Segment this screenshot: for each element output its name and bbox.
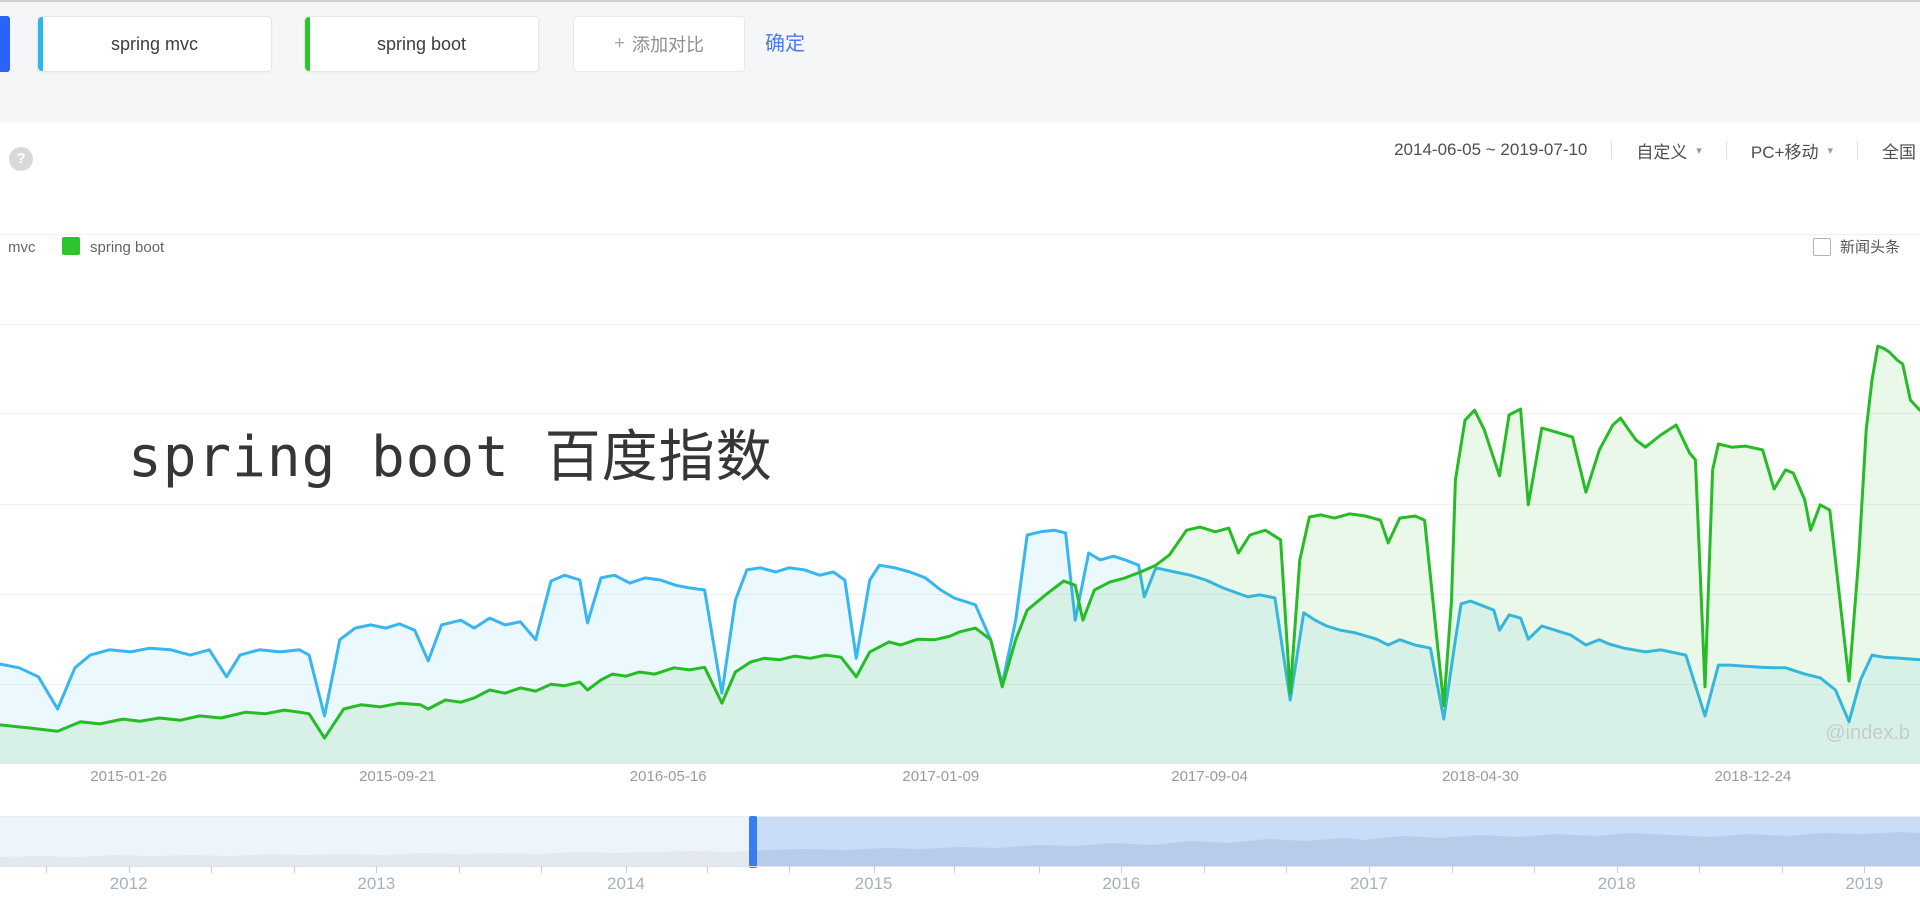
brush-tick xyxy=(1864,866,1865,873)
divider xyxy=(1726,141,1727,159)
x-tick-label: 2017-01-09 xyxy=(902,768,979,785)
brush-tick xyxy=(211,866,212,873)
confirm-button[interactable]: 确定 xyxy=(765,16,805,72)
region-dropdown[interactable]: 全国 xyxy=(1882,138,1916,163)
brush-tick xyxy=(376,866,377,873)
x-tick-label: 2016-05-16 xyxy=(630,768,707,785)
custom-range-dropdown[interactable]: 自定义 ▾ xyxy=(1636,138,1702,163)
keyword-label: spring boot xyxy=(377,34,466,55)
chevron-down-icon: ▾ xyxy=(1696,144,1702,157)
brush-year-label: 2016 xyxy=(1102,874,1140,894)
brush-tick xyxy=(294,866,295,873)
brush-tick xyxy=(1204,866,1205,873)
brush-year-label: 2018 xyxy=(1598,874,1636,894)
trend-lines-svg xyxy=(0,234,1920,763)
add-compare-button[interactable]: + 添加对比 xyxy=(573,16,745,72)
keyword-box-spring-boot[interactable]: spring boot xyxy=(304,16,539,72)
brush-tick xyxy=(1534,866,1535,873)
keyword-box-spring-mvc[interactable]: spring mvc xyxy=(37,16,272,72)
brush-tick xyxy=(626,866,627,873)
brush-handle[interactable] xyxy=(749,816,757,868)
range-brush[interactable] xyxy=(0,816,1920,867)
brush-year-label: 2013 xyxy=(357,874,395,894)
brush-year-label: 2014 xyxy=(607,874,645,894)
brush-tick xyxy=(1286,866,1287,873)
keyword-label: spring mvc xyxy=(111,34,198,55)
baidu-index-page: spring mvc spring boot + 添加对比 确定 ? 2014-… xyxy=(0,0,1920,904)
x-tick-label: 2015-09-21 xyxy=(359,768,436,785)
chart-toolbar: 2014-06-05 ~ 2019-07-10 自定义 ▾ PC+移动 ▾ 全国 xyxy=(1394,133,1916,167)
brush-tick xyxy=(707,866,708,873)
chevron-down-icon: ▾ xyxy=(1827,144,1833,157)
brush-tick xyxy=(46,866,47,873)
x-tick-label: 2015-01-26 xyxy=(90,768,167,785)
add-compare-label: 添加对比 xyxy=(632,31,704,57)
brush-silhouette-svg xyxy=(0,817,1920,867)
brush-tick xyxy=(1369,866,1370,873)
brush-year-labels: 2012 2013 2014 2015 2016 2017 2018 2019 xyxy=(0,874,1920,898)
brush-tick xyxy=(1782,866,1783,873)
brush-tick xyxy=(1699,866,1700,873)
help-icon[interactable]: ? xyxy=(9,147,33,171)
brush-year-label: 2015 xyxy=(855,874,893,894)
brush-tick xyxy=(1039,866,1040,873)
brush-tick xyxy=(459,866,460,873)
divider xyxy=(1611,141,1612,159)
brush-tick xyxy=(1121,866,1122,873)
clipped-keyword-accent xyxy=(0,16,10,72)
brush-tick xyxy=(541,866,542,873)
overlay-title: spring boot 百度指数 xyxy=(128,412,773,493)
watermark: @index.b xyxy=(1825,722,1910,745)
x-tick-label: 2018-12-24 xyxy=(1715,768,1792,785)
brush-tick xyxy=(129,866,130,873)
brush-year-label: 2017 xyxy=(1350,874,1388,894)
brush-tick xyxy=(789,866,790,873)
brush-year-label: 2012 xyxy=(110,874,148,894)
brush-axis-ticks xyxy=(0,866,1920,874)
brush-tick xyxy=(954,866,955,873)
query-bar: spring mvc spring boot + 添加对比 确定 xyxy=(0,0,1920,122)
divider xyxy=(1857,141,1858,159)
plus-icon: + xyxy=(614,33,625,55)
device-label: PC+移动 xyxy=(1751,138,1819,163)
brush-tick xyxy=(874,866,875,873)
custom-range-label: 自定义 xyxy=(1636,138,1687,163)
x-axis-labels: 2015-01-26 2015-09-21 2016-05-16 2017-01-09… xyxy=(0,768,1920,790)
brush-tick xyxy=(1617,866,1618,873)
keyword-accent-bar xyxy=(305,17,310,71)
brush-year-label: 2019 xyxy=(1845,874,1883,894)
keyword-accent-bar xyxy=(38,17,43,71)
trend-chart-plot[interactable]: spring boot 百度指数 @index.b xyxy=(0,234,1920,764)
date-range[interactable]: 2014-06-05 ~ 2019-07-10 xyxy=(1394,140,1587,160)
device-dropdown[interactable]: PC+移动 ▾ xyxy=(1751,138,1833,163)
brush-tick xyxy=(1452,866,1453,873)
region-label: 全国 xyxy=(1882,138,1916,163)
x-tick-label: 2017-09-04 xyxy=(1171,768,1248,785)
x-tick-label: 2018-04-30 xyxy=(1442,768,1519,785)
